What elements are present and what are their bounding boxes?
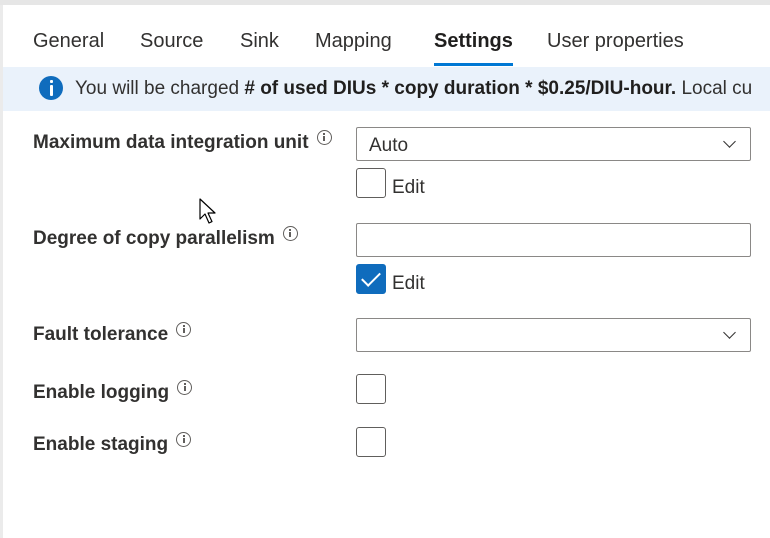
info-icon[interactable] — [316, 129, 332, 145]
logging-label-row: Enable logging — [33, 379, 193, 404]
staging-checkbox[interactable] — [356, 427, 386, 457]
fault-tolerance-dropdown[interactable] — [356, 318, 751, 352]
window-top-border — [0, 0, 770, 5]
chevron-down-icon — [723, 135, 736, 148]
chevron-down-icon — [723, 326, 736, 339]
fault-tolerance-label: Fault tolerance — [33, 324, 169, 345]
tab-user-properties[interactable]: User properties — [547, 22, 684, 66]
banner-prefix: You will be charged — [75, 78, 245, 99]
info-filled-icon — [39, 76, 63, 100]
banner-formula: # of used DIUs * copy duration * $0.25/D… — [244, 78, 677, 99]
parallelism-edit-label: Edit — [392, 273, 425, 294]
parallelism-edit-checkbox[interactable] — [356, 264, 386, 294]
info-icon[interactable] — [176, 431, 192, 447]
info-icon[interactable] — [176, 321, 192, 337]
info-icon[interactable] — [177, 379, 193, 395]
billing-info-banner: You will be charged # of used DIUs * cop… — [3, 67, 770, 111]
max-diu-label-row: Maximum data integration unit — [33, 129, 332, 154]
max-diu-dropdown[interactable]: Auto — [356, 127, 751, 161]
parallelism-input[interactable] — [356, 223, 751, 257]
info-icon[interactable] — [282, 225, 298, 241]
tab-bar: General Source Sink Mapping Settings Use… — [0, 22, 770, 66]
max-diu-value: Auto — [369, 135, 409, 156]
staging-label-row: Enable staging — [33, 431, 192, 456]
logging-checkbox[interactable] — [356, 374, 386, 404]
fault-tolerance-label-row: Fault tolerance — [33, 321, 192, 346]
parallelism-label: Degree of copy parallelism — [33, 228, 275, 249]
tab-sink[interactable]: Sink — [240, 22, 279, 66]
tab-source[interactable]: Source — [140, 22, 203, 66]
tab-settings[interactable]: Settings — [434, 22, 513, 66]
max-diu-label: Maximum data integration unit — [33, 132, 309, 153]
parallelism-label-row: Degree of copy parallelism — [33, 225, 298, 250]
mouse-pointer-icon — [199, 198, 219, 231]
tab-mapping[interactable]: Mapping — [315, 22, 392, 66]
tab-general[interactable]: General — [33, 22, 104, 66]
banner-suffix: Local cu — [676, 78, 753, 99]
max-diu-edit-checkbox[interactable] — [356, 168, 386, 198]
staging-label: Enable staging — [33, 434, 169, 455]
logging-label: Enable logging — [33, 382, 170, 403]
max-diu-edit-label: Edit — [392, 177, 425, 198]
banner-message: You will be charged # of used DIUs * cop… — [75, 67, 752, 111]
